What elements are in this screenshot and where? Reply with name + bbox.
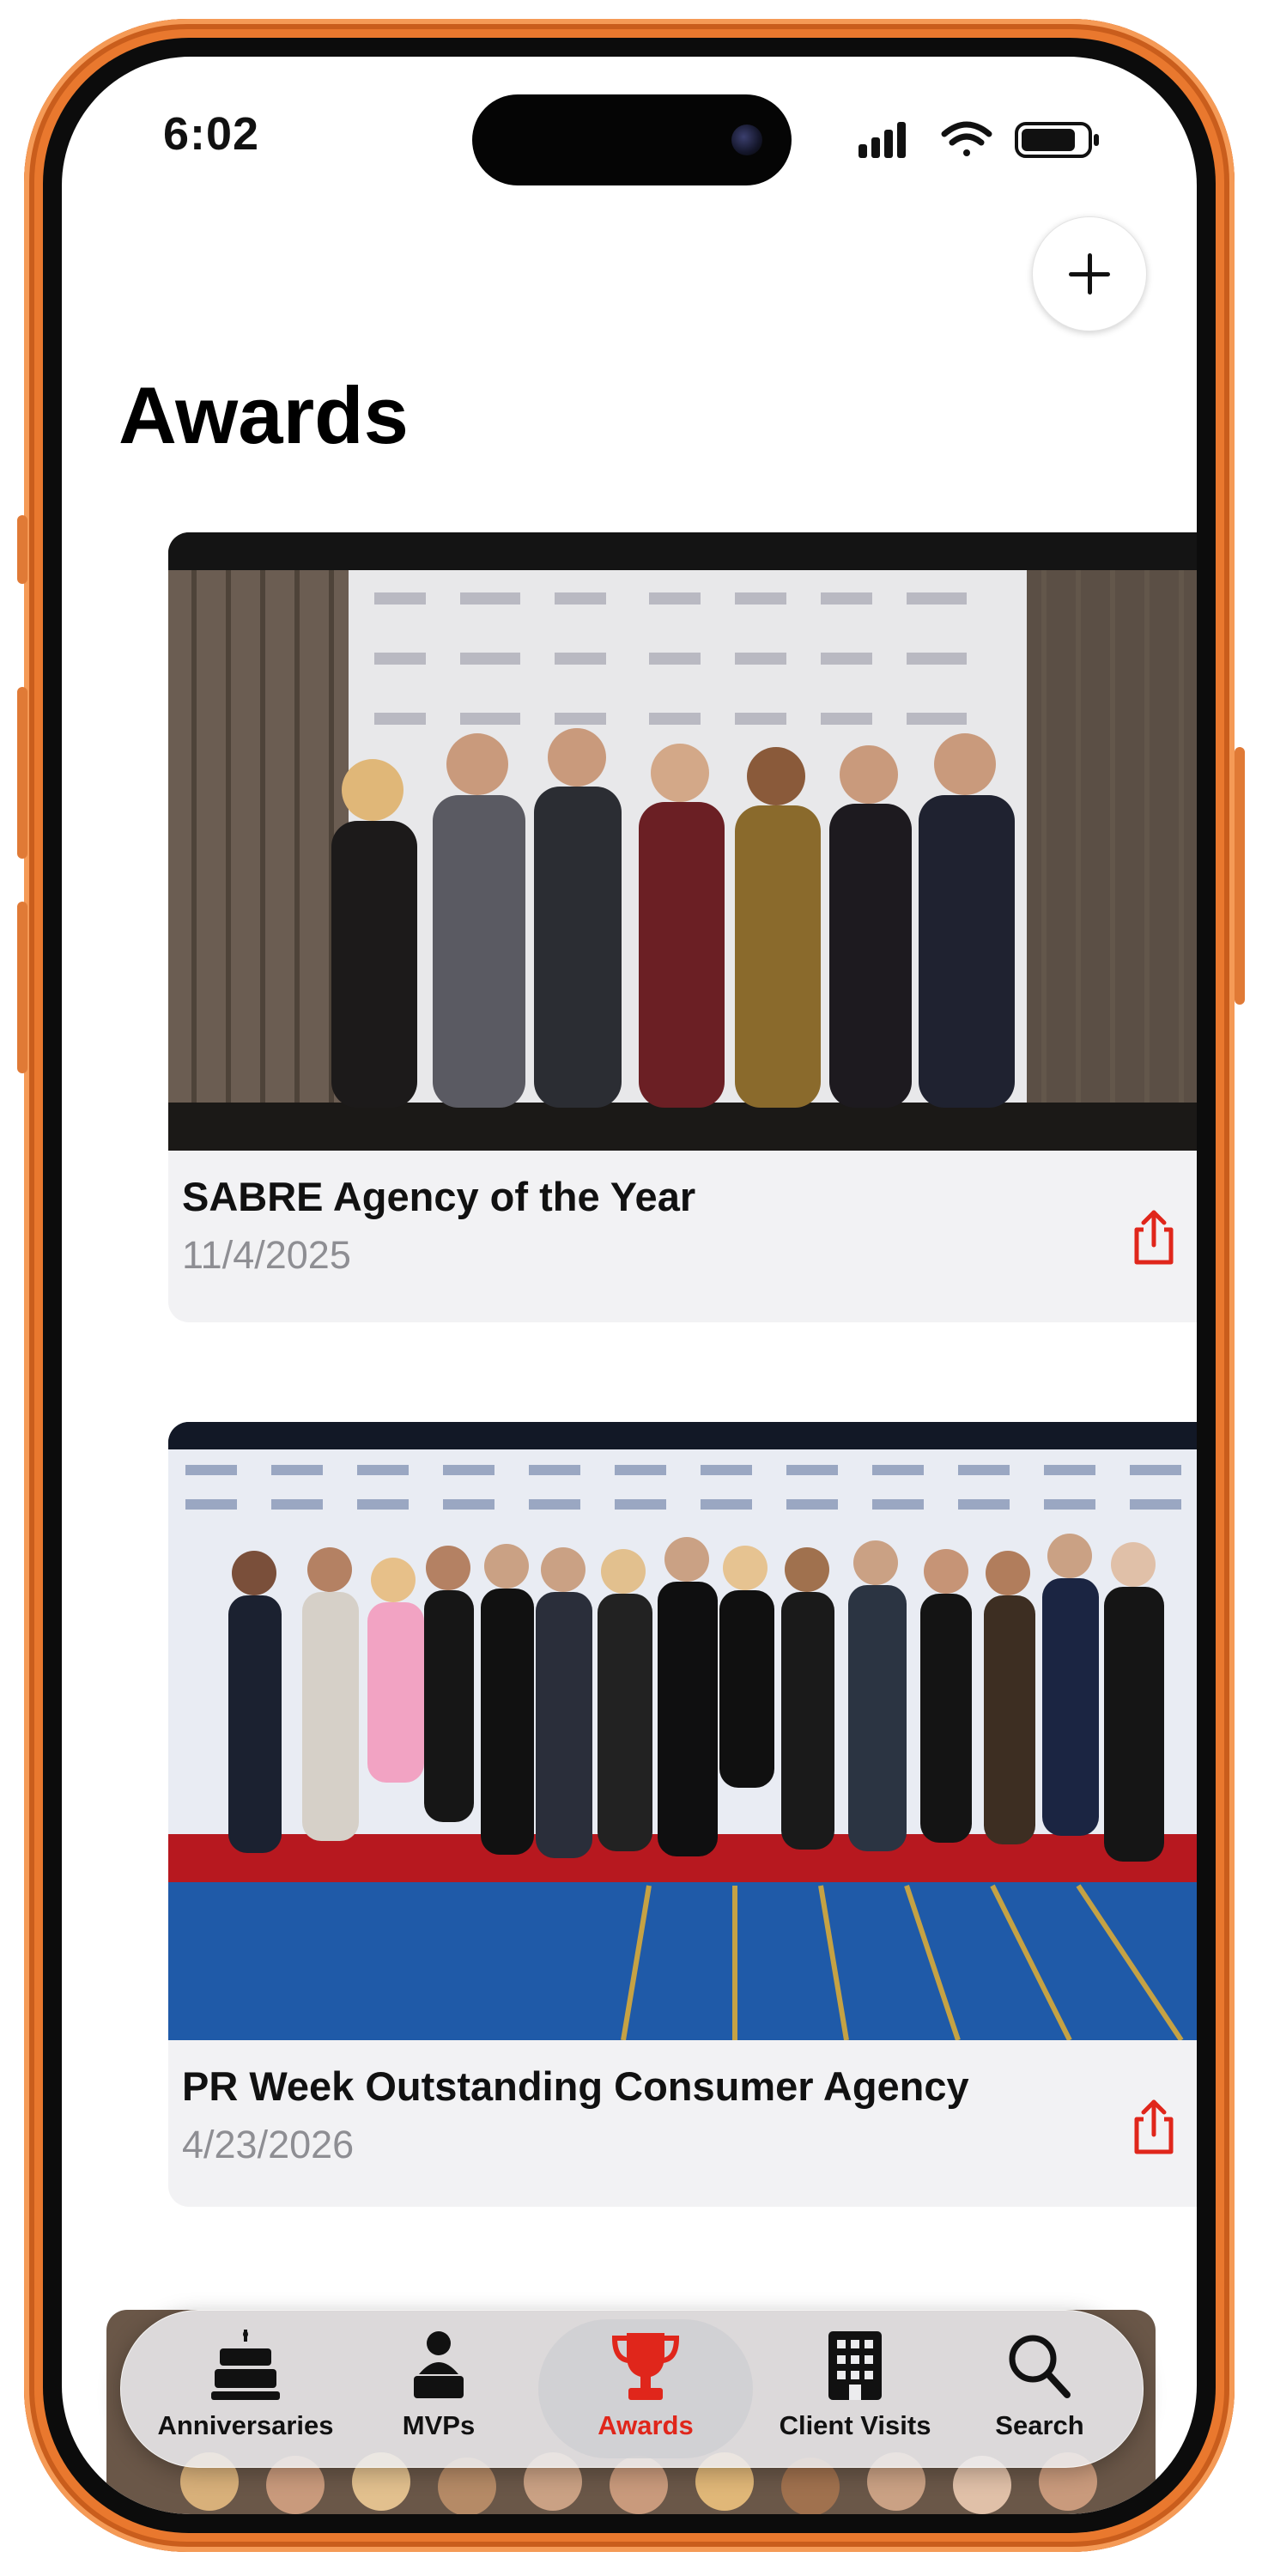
search-icon	[1009, 2335, 1071, 2398]
power-button	[1235, 747, 1245, 1005]
tab-client-visits[interactable]: Client Visits	[756, 2311, 954, 2467]
tab-mvps[interactable]: MVPs	[353, 2311, 525, 2467]
award-date: 11/4/2025	[182, 1233, 351, 1277]
tab-label: MVPs	[402, 2410, 476, 2440]
volume-up-button	[17, 687, 27, 859]
tab-label: Anniversaries	[157, 2410, 334, 2440]
wifi-icon	[941, 121, 992, 156]
building-icon	[828, 2331, 882, 2400]
award-title: SABRE Agency of the Year	[182, 1174, 696, 1219]
award-title: PR Week Outstanding Consumer Agency	[182, 2063, 969, 2109]
award-card[interactable]: PR Week Outstanding Consumer Agency 4/23…	[168, 1422, 1197, 2207]
battery-icon	[1015, 122, 1099, 158]
share-icon[interactable]	[1128, 1207, 1180, 1267]
tab-awards[interactable]: Awards	[538, 2311, 753, 2467]
tab-search[interactable]: Search	[954, 2311, 1125, 2467]
status-time: 6:02	[163, 108, 260, 160]
add-award-button[interactable]	[1032, 216, 1147, 331]
award-photo	[168, 532, 1197, 1151]
tab-label: Search	[995, 2410, 1084, 2440]
tab-bar: Anniversaries MVPs Awards Client Visits …	[120, 2310, 1144, 2468]
person-podium-icon	[414, 2331, 464, 2398]
share-icon[interactable]	[1128, 2097, 1180, 2157]
front-camera	[731, 125, 762, 155]
award-date: 4/23/2026	[182, 2123, 355, 2166]
volume-down-button	[17, 902, 27, 1073]
tab-label: Client Visits	[779, 2410, 931, 2440]
award-photo	[168, 1422, 1197, 2040]
tab-anniversaries[interactable]: Anniversaries	[147, 2311, 344, 2467]
trophy-icon	[611, 2333, 680, 2400]
dynamic-island	[472, 94, 792, 185]
status-icons	[859, 121, 1099, 158]
award-card[interactable]: SABRE Agency of the Year 11/4/2025	[168, 532, 1197, 1322]
action-button	[17, 515, 27, 584]
cake-icon	[211, 2330, 280, 2400]
cellular-signal-icon	[859, 122, 906, 158]
tab-label: Awards	[598, 2410, 694, 2440]
page-title: Awards	[118, 370, 409, 460]
